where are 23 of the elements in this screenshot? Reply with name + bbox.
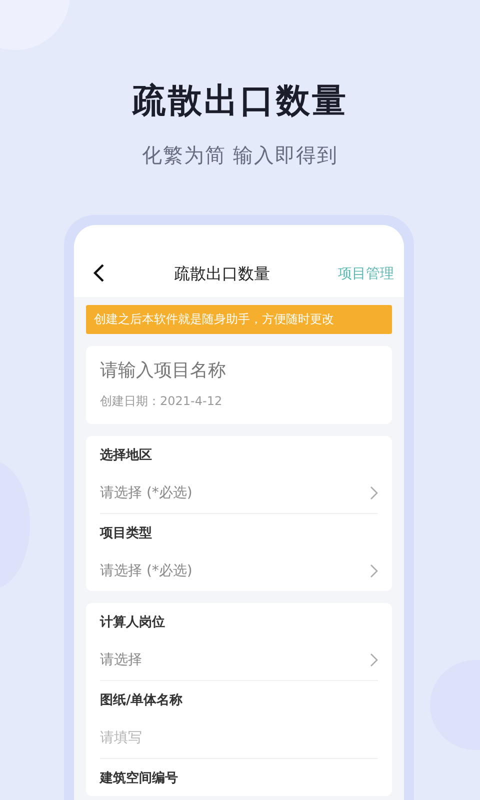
headline: 疏散出口数量 bbox=[132, 80, 348, 123]
select-placeholder: 请选择 (*必选) bbox=[100, 484, 192, 502]
back-icon[interactable] bbox=[92, 263, 106, 283]
select-placeholder: 请选择 bbox=[100, 651, 142, 669]
subtitle: 化繁为简 输入即得到 bbox=[142, 142, 338, 169]
select-placeholder: 请选择 (*必选) bbox=[100, 562, 192, 580]
field-label: 选择地区 bbox=[100, 447, 153, 465]
field-label: 项目类型 bbox=[100, 525, 153, 543]
project-name-field[interactable]: 请输入项目名称 bbox=[86, 346, 392, 387]
chevron-right-icon bbox=[370, 486, 378, 500]
field-label: 建筑空间编号 bbox=[100, 770, 179, 788]
project-manage-link[interactable]: 项目管理 bbox=[338, 265, 394, 289]
select-field[interactable]: 请选择 bbox=[100, 640, 378, 681]
select-field[interactable]: 请选择 (*必选) bbox=[100, 551, 378, 591]
chevron-right-icon bbox=[370, 653, 378, 667]
field-label: 计算人岗位 bbox=[100, 614, 166, 632]
created-date: 创建日期：2021-4-12 bbox=[86, 387, 392, 424]
screen-title: 疏散出口数量 bbox=[173, 264, 271, 285]
select-field[interactable]: 请选择 (*必选) bbox=[100, 473, 378, 514]
input-field[interactable]: 请填写 bbox=[100, 730, 378, 746]
field-label: 图纸/单体名称 bbox=[100, 692, 184, 710]
chevron-right-icon bbox=[370, 564, 378, 578]
notice-banner: 创建之后本软件就是随身助手，方便随时更改 bbox=[86, 305, 392, 334]
